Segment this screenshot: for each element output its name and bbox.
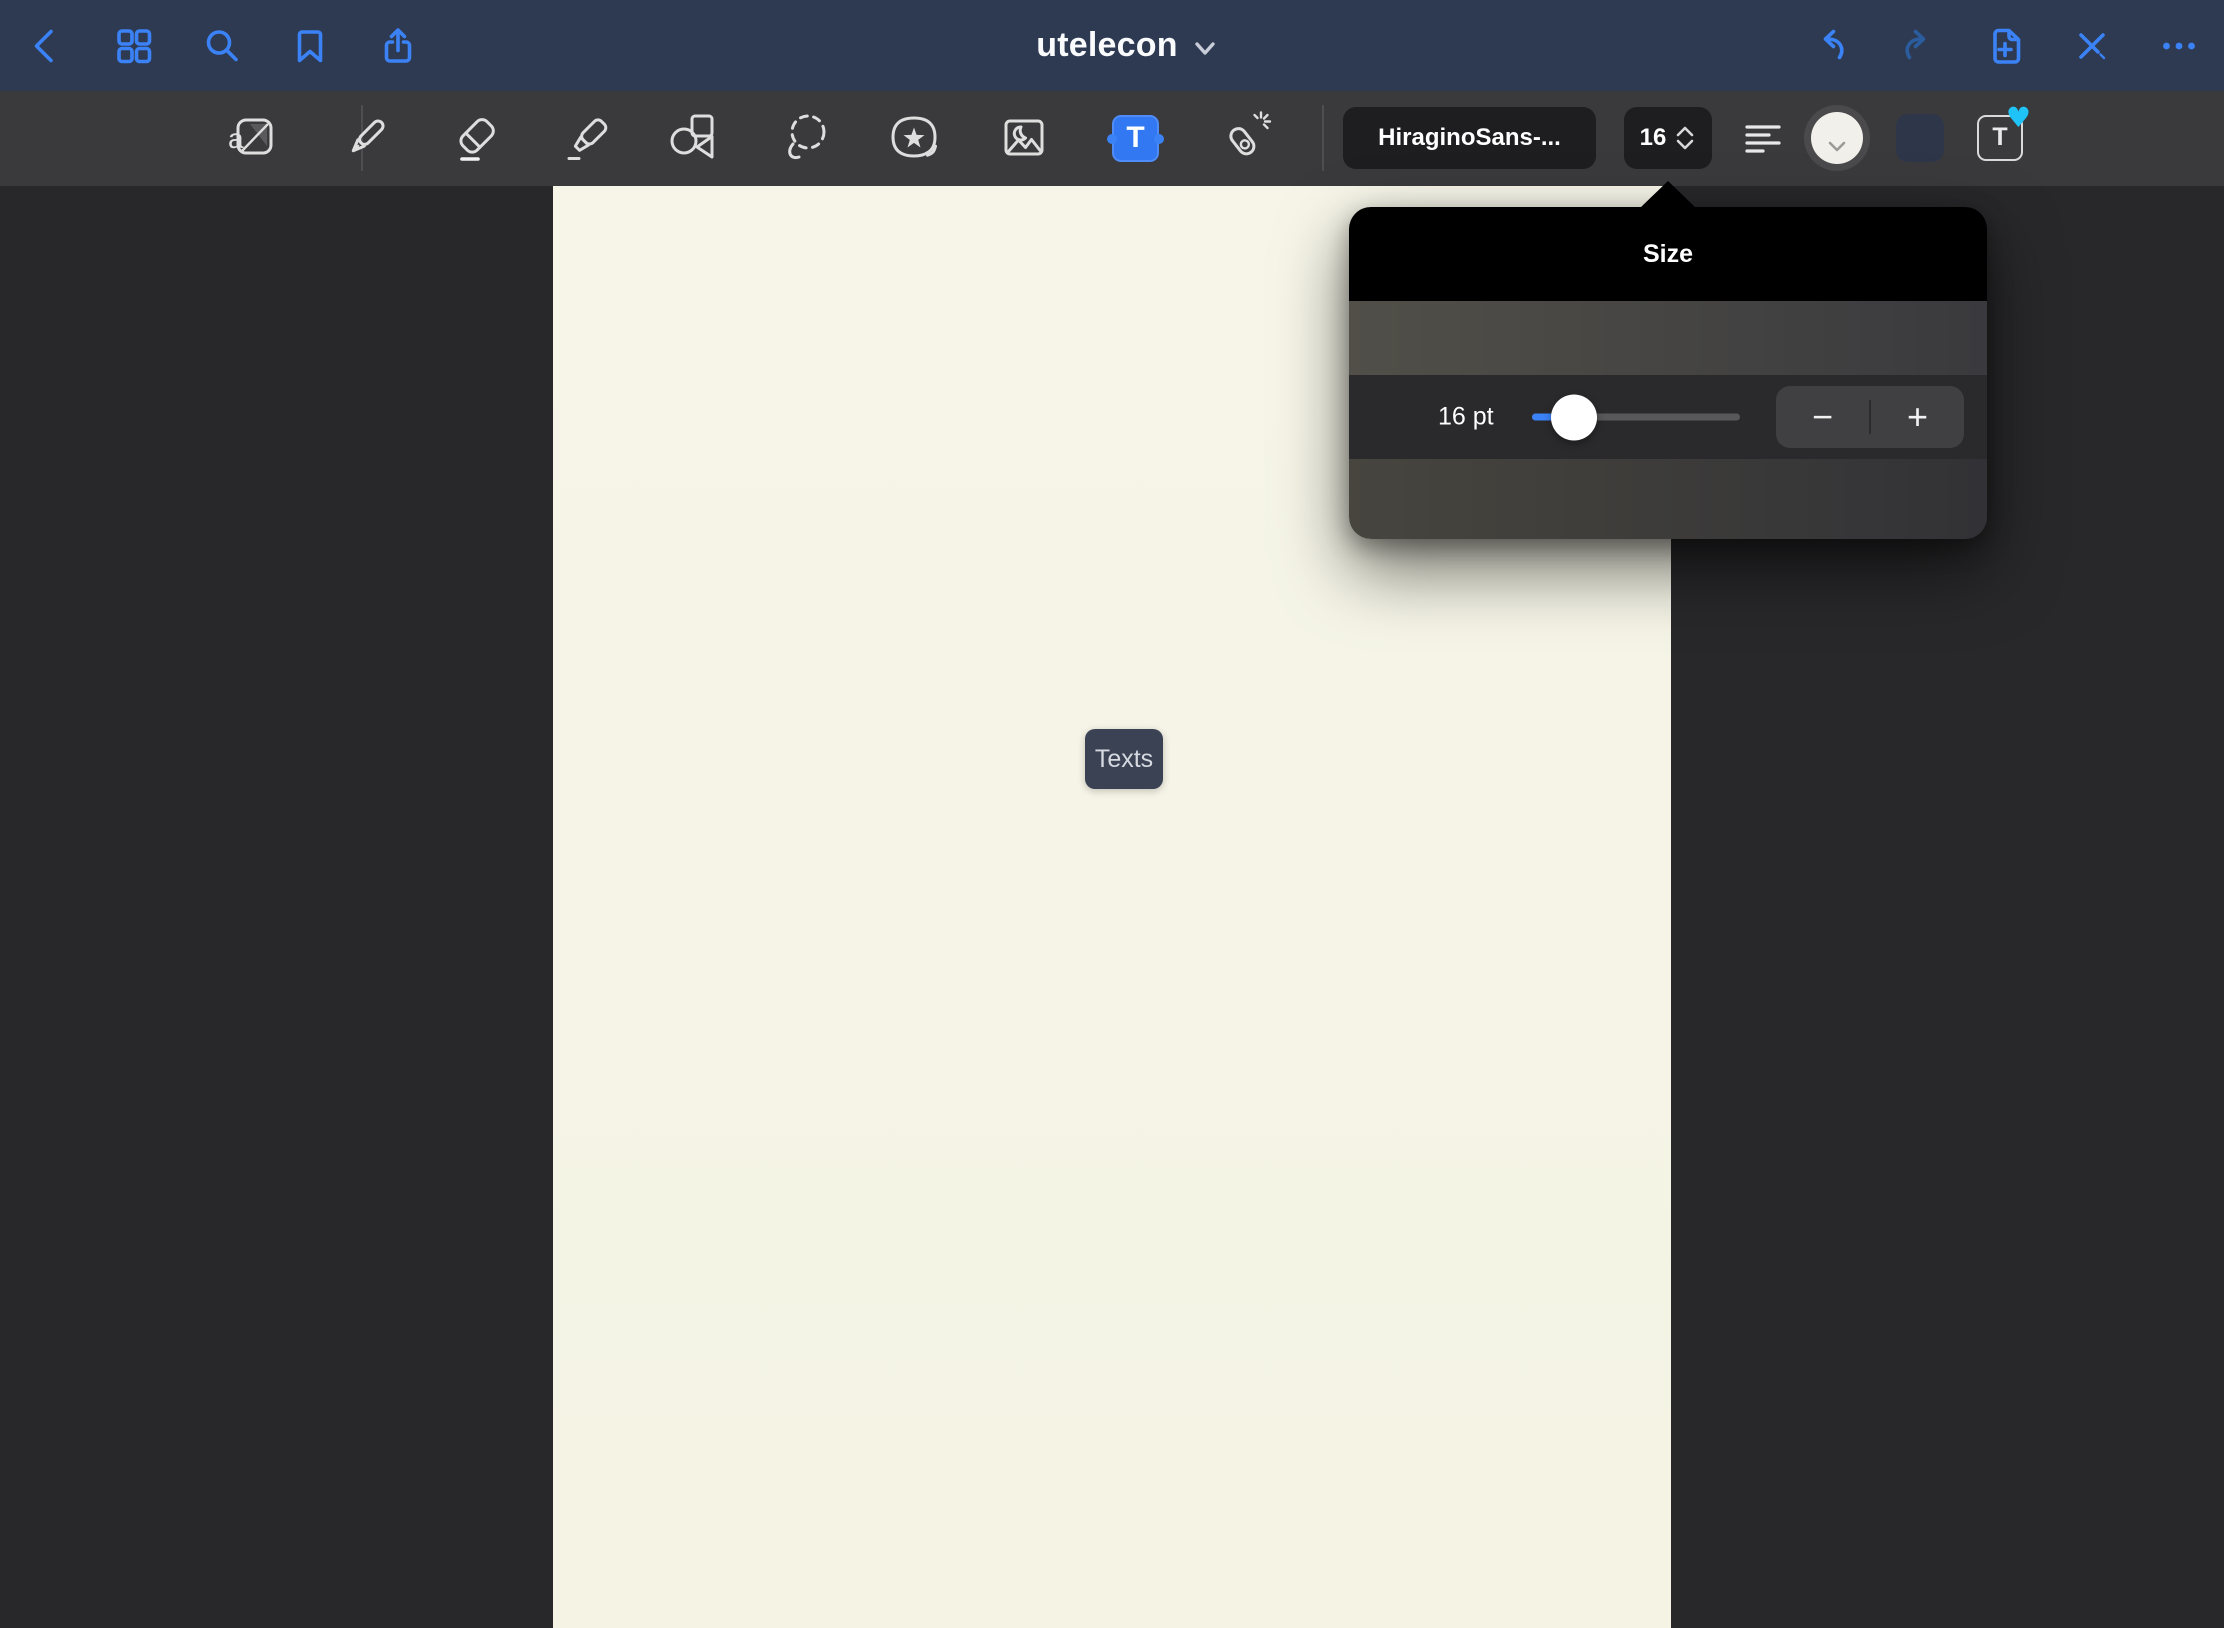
share-icon <box>378 26 418 66</box>
highlighter-icon <box>559 110 615 166</box>
stepper-chevrons-icon <box>1674 125 1696 151</box>
document-title[interactable]: utelecon <box>1036 26 1177 65</box>
thumbnails-button[interactable] <box>114 26 154 66</box>
bookmark-icon <box>290 26 330 66</box>
lasso-icon <box>778 110 834 166</box>
search-icon <box>202 26 242 66</box>
bookmark-button[interactable] <box>290 26 330 66</box>
size-stepper: − + <box>1776 386 1964 448</box>
size-decrease-button[interactable]: − <box>1776 386 1869 448</box>
text-color-current <box>1811 112 1863 164</box>
highlighter-tool-button[interactable] <box>559 110 615 166</box>
size-value-label: 16 pt <box>1438 403 1494 432</box>
more-button[interactable] <box>2159 26 2199 66</box>
popover-material-band <box>1349 459 1987 539</box>
size-popover: Size 16 pt − + <box>1349 207 1987 539</box>
search-button[interactable] <box>202 26 242 66</box>
pen-icon <box>338 110 394 166</box>
pen-tool-button[interactable] <box>338 110 394 166</box>
laser-pointer-icon <box>1217 110 1273 166</box>
pen-mode-toggle-button[interactable] <box>2072 26 2112 66</box>
eraser-icon <box>447 110 503 166</box>
font-size-stepper[interactable]: 16 <box>1624 107 1712 169</box>
popover-arrow <box>1640 181 1696 208</box>
shapes-icon <box>666 110 722 166</box>
elements-sticker-icon <box>887 110 943 166</box>
navbar: utelecon <box>0 0 2224 91</box>
font-size-value: 16 <box>1640 124 1667 152</box>
title-chevron-down-icon <box>1194 41 1216 57</box>
font-family-label: HiraginoSans-... <box>1378 124 1561 152</box>
page-mode-icon: a <box>225 110 281 166</box>
thumbnails-grid-icon <box>114 26 154 66</box>
font-family-button[interactable]: HiraginoSans-... <box>1343 107 1596 169</box>
text-tool-glyph: T <box>1126 123 1144 155</box>
svg-text:a: a <box>228 123 244 154</box>
undo-button[interactable] <box>1811 26 1851 66</box>
share-button[interactable] <box>378 26 418 66</box>
size-slider[interactable] <box>1532 414 1740 421</box>
text-tool-button[interactable]: T <box>1112 115 1159 162</box>
image-tool-button[interactable] <box>996 110 1052 166</box>
add-page-button[interactable] <box>1985 26 2025 66</box>
add-page-icon <box>1985 26 2025 66</box>
page-mode-button[interactable]: a <box>225 110 281 166</box>
toolbar: a <box>0 91 2224 186</box>
favorite-text-style-button[interactable]: T ♥ <box>1977 115 2023 161</box>
elements-tool-button[interactable] <box>887 110 943 166</box>
redo-button[interactable] <box>1898 26 1938 66</box>
navbar-left-group <box>26 0 418 91</box>
toolbar-divider <box>1322 105 1324 171</box>
size-slider-thumb[interactable] <box>1551 394 1597 440</box>
secondary-color-swatch[interactable] <box>1896 114 1944 162</box>
laser-pointer-button[interactable] <box>1217 110 1273 166</box>
back-button[interactable] <box>26 26 66 66</box>
back-icon <box>26 26 66 66</box>
favorite-heart-icon: ♥ <box>2006 104 2031 132</box>
undo-icon <box>1811 26 1851 66</box>
text-tool-handle-left <box>1107 134 1117 144</box>
size-popover-header: Size <box>1349 207 1987 301</box>
size-increase-button[interactable]: + <box>1871 386 1964 448</box>
selection-tooltip-label: Texts <box>1095 745 1153 774</box>
navbar-right-group <box>1811 0 2199 91</box>
text-align-button[interactable] <box>1744 120 1782 158</box>
shapes-tool-button[interactable] <box>666 110 722 166</box>
text-tool-handle-right <box>1154 134 1164 144</box>
text-color-button[interactable] <box>1804 105 1870 171</box>
color-chevron-down-icon <box>1827 140 1847 154</box>
selection-tooltip[interactable]: Texts <box>1085 729 1163 789</box>
lasso-tool-button[interactable] <box>778 110 834 166</box>
size-popover-title: Size <box>1643 240 1693 269</box>
image-icon <box>996 110 1052 166</box>
redo-icon <box>1898 26 1938 66</box>
align-left-icon <box>1744 120 1782 158</box>
more-icon <box>2159 26 2199 66</box>
pen-cross-icon <box>2072 26 2112 66</box>
popover-material-band <box>1349 301 1987 375</box>
app-screen: utelecon <box>0 0 2224 1628</box>
size-slider-row: 16 pt − + <box>1349 375 1987 459</box>
eraser-tool-button[interactable] <box>447 110 503 166</box>
